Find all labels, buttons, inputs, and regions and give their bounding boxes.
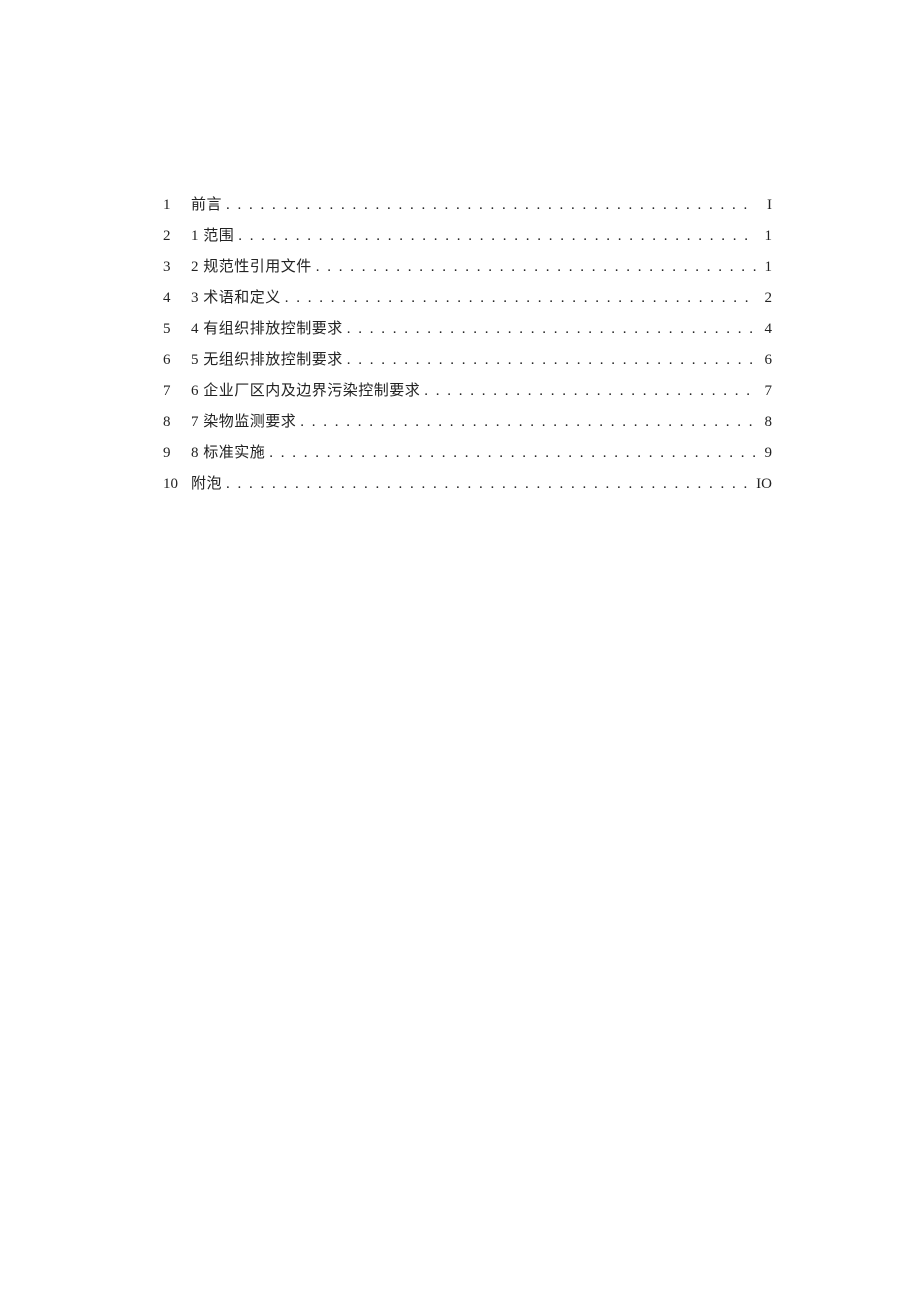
toc-page-number: 1 xyxy=(756,260,772,275)
toc-entry-label: 前言 xyxy=(191,198,222,213)
toc-entry: 8 7 染物监测要求 . . . . . . . . . . . . . . .… xyxy=(163,415,772,430)
toc-line-number: 5 xyxy=(163,322,191,337)
toc-entry-label: 5 无组织排放控制要求 xyxy=(191,353,343,368)
toc-page-number: 2 xyxy=(756,291,772,306)
toc-entry: 5 4 有组织排放控制要求 . . . . . . . . . . . . . … xyxy=(163,322,772,337)
toc-leader-dots: . . . . . . . . . . . . . . . . . . . . … xyxy=(343,353,756,368)
toc-entry: 2 1 范围 . . . . . . . . . . . . . . . . .… xyxy=(163,229,772,244)
toc-page-number: 8 xyxy=(756,415,772,430)
toc-leader-dots: . . . . . . . . . . . . . . . . . . . . … xyxy=(234,229,756,244)
table-of-contents: 1 前言 . . . . . . . . . . . . . . . . . .… xyxy=(163,198,772,492)
toc-entry: 1 前言 . . . . . . . . . . . . . . . . . .… xyxy=(163,198,772,213)
toc-entry-label: 附泡 xyxy=(191,477,222,492)
toc-entry: 7 6 企业厂区内及边界污染控制要求 . . . . . . . . . . .… xyxy=(163,384,772,399)
toc-page-number: 9 xyxy=(756,446,772,461)
toc-leader-dots: . . . . . . . . . . . . . . . . . . . . … xyxy=(343,322,756,337)
toc-entry-label: 7 染物监测要求 xyxy=(191,415,296,430)
toc-line-number: 6 xyxy=(163,353,191,368)
toc-leader-dots: . . . . . . . . . . . . . . . . . . . . … xyxy=(296,415,756,430)
toc-entry-label: 4 有组织排放控制要求 xyxy=(191,322,343,337)
toc-page-number: 6 xyxy=(756,353,772,368)
toc-entry-label: 1 范围 xyxy=(191,229,234,244)
toc-line-number: 1 xyxy=(163,198,191,213)
toc-page-number: I xyxy=(756,198,772,213)
toc-leader-dots: . . . . . . . . . . . . . . . . . . . . … xyxy=(222,198,756,213)
toc-leader-dots: . . . . . . . . . . . . . . . . . . . . … xyxy=(265,446,756,461)
toc-leader-dots: . . . . . . . . . . . . . . . . . . . . … xyxy=(222,477,756,492)
toc-leader-dots: . . . . . . . . . . . . . . . . . . . . … xyxy=(281,291,756,306)
toc-entry-label: 2 规范性引用文件 xyxy=(191,260,312,275)
toc-entry: 10 附泡 . . . . . . . . . . . . . . . . . … xyxy=(163,477,772,492)
toc-page-number: 4 xyxy=(756,322,772,337)
toc-page-number: 7 xyxy=(756,384,772,399)
toc-page-number: IO xyxy=(756,477,772,492)
toc-line-number: 2 xyxy=(163,229,191,244)
toc-line-number: 10 xyxy=(163,477,191,492)
toc-entry: 4 3 术语和定义 . . . . . . . . . . . . . . . … xyxy=(163,291,772,306)
toc-entry-label: 3 术语和定义 xyxy=(191,291,281,306)
toc-leader-dots: . . . . . . . . . . . . . . . . . . . . … xyxy=(312,260,756,275)
toc-line-number: 3 xyxy=(163,260,191,275)
toc-entry-label: 8 标准实施 xyxy=(191,446,265,461)
toc-entry: 6 5 无组织排放控制要求 . . . . . . . . . . . . . … xyxy=(163,353,772,368)
toc-entry-label: 6 企业厂区内及边界污染控制要求 xyxy=(191,384,420,399)
toc-line-number: 9 xyxy=(163,446,191,461)
toc-line-number: 4 xyxy=(163,291,191,306)
toc-line-number: 7 xyxy=(163,384,191,399)
toc-entry: 9 8 标准实施 . . . . . . . . . . . . . . . .… xyxy=(163,446,772,461)
toc-page-number: 1 xyxy=(756,229,772,244)
toc-entry: 3 2 规范性引用文件 . . . . . . . . . . . . . . … xyxy=(163,260,772,275)
toc-line-number: 8 xyxy=(163,415,191,430)
toc-leader-dots: . . . . . . . . . . . . . . . . . . . . … xyxy=(420,384,756,399)
